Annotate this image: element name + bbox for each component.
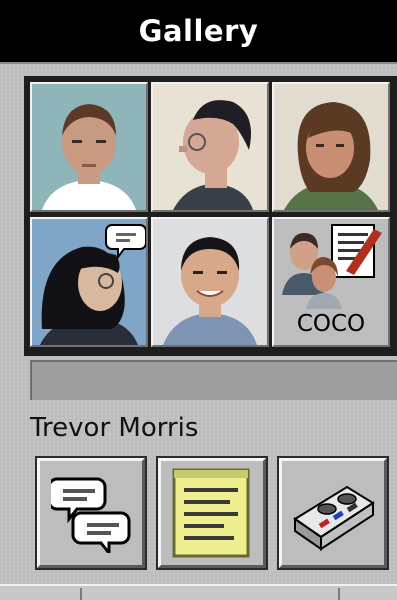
notes-button[interactable] (156, 456, 268, 570)
notes-document-icon (172, 468, 250, 558)
chat-button[interactable] (35, 456, 147, 570)
gallery-cell-2[interactable] (151, 82, 269, 212)
gallery-cell-3[interactable] (272, 82, 390, 212)
gallery-cell-5[interactable] (151, 217, 269, 347)
selected-person-name: Trevor Morris (30, 413, 199, 443)
person-photo (153, 219, 267, 345)
status-divider (338, 588, 340, 600)
name-entry-bar[interactable] (30, 360, 397, 400)
person-photo (32, 84, 146, 210)
chat-bubbles-icon (51, 477, 131, 553)
coco-label: COCO (296, 311, 366, 337)
person-photo (153, 84, 267, 210)
gallery-cell-coco[interactable]: COCO (272, 217, 390, 347)
gallery-cell-4[interactable] (30, 217, 148, 347)
person-photo (274, 84, 388, 210)
gallery-cell-1[interactable] (30, 82, 148, 212)
tape-recorder-icon (293, 485, 375, 551)
group-icon (282, 224, 382, 309)
title-bar: Gallery (0, 0, 397, 64)
recorder-button[interactable] (277, 456, 389, 570)
status-divider (80, 588, 82, 600)
window-title: Gallery (138, 14, 259, 48)
gallery-grid: COCO (24, 76, 397, 356)
person-photo (32, 219, 146, 345)
